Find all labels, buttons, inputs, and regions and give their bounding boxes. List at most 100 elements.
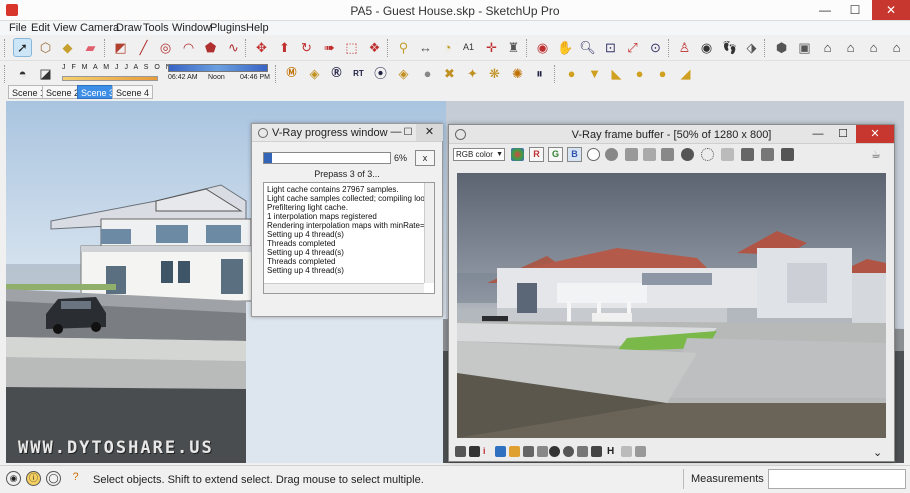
menu-draw[interactable]: Draw bbox=[116, 22, 142, 34]
spot-light-icon[interactable]: ◣ bbox=[607, 64, 626, 83]
menu-plugins[interactable]: Plugins bbox=[210, 22, 246, 34]
pan-icon[interactable]: ✋ bbox=[556, 38, 575, 57]
protractor-icon[interactable]: ◔ bbox=[438, 38, 457, 57]
compare-horizontal-icon[interactable]: H bbox=[607, 446, 618, 457]
clear-image-icon[interactable] bbox=[661, 148, 674, 161]
freehand-icon[interactable]: ∿ bbox=[224, 38, 243, 57]
mono-channel-icon[interactable] bbox=[605, 148, 618, 161]
vray-progress-close-button[interactable]: ✕ bbox=[416, 124, 443, 141]
expand-chevron-icon[interactable]: ⌄ bbox=[873, 446, 884, 459]
text-tool-icon[interactable]: A1 bbox=[459, 38, 478, 57]
toolbar-grip[interactable] bbox=[4, 39, 7, 57]
select-tool-icon[interactable]: ➚ bbox=[13, 38, 32, 57]
frame-buffer-close-button[interactable]: ✕ bbox=[856, 125, 894, 143]
close-button[interactable]: ✕ bbox=[872, 0, 910, 20]
ies-light-icon[interactable]: ● bbox=[630, 64, 649, 83]
alpha-channel-icon[interactable] bbox=[587, 148, 600, 161]
curves-icon[interactable] bbox=[509, 446, 520, 457]
levels-icon[interactable] bbox=[495, 446, 506, 457]
menu-edit[interactable]: Edit bbox=[31, 22, 50, 34]
channel-select[interactable]: RGB color ▼ bbox=[453, 148, 505, 161]
vray-pause-icon[interactable]: ⏸ bbox=[530, 64, 549, 83]
vray-rt-render-icon[interactable]: RT bbox=[349, 64, 368, 83]
measurements-input[interactable] bbox=[768, 469, 906, 489]
user-icon[interactable]: ◯ bbox=[46, 471, 61, 486]
color-correction-icon[interactable] bbox=[761, 148, 774, 161]
lens-effects-icon[interactable] bbox=[469, 446, 480, 457]
look-around-icon[interactable]: ◉ bbox=[697, 38, 716, 57]
save-image-icon[interactable] bbox=[625, 148, 638, 161]
link-vfb-icon[interactable] bbox=[721, 148, 734, 161]
tape-measure-icon[interactable]: ⚲ bbox=[394, 38, 413, 57]
rotate-icon[interactable]: ↻ bbox=[297, 38, 316, 57]
back-view-icon[interactable]: ⌂ bbox=[864, 38, 883, 57]
dimension-icon[interactable]: ↔ bbox=[416, 38, 435, 57]
teapot-icon[interactable]: ☕︎ bbox=[871, 148, 884, 161]
rendered-image[interactable] bbox=[457, 173, 886, 438]
paint-bucket-icon[interactable]: ◆ bbox=[58, 38, 77, 57]
iso-view-icon[interactable]: ⬢ bbox=[772, 38, 791, 57]
toolbar-grip[interactable] bbox=[554, 65, 557, 83]
previous-view-icon[interactable]: ⊙ bbox=[646, 38, 665, 57]
follow-me-icon[interactable]: ➠ bbox=[320, 38, 339, 57]
scale-icon[interactable]: ⬚ bbox=[342, 38, 361, 57]
toolbar-grip[interactable] bbox=[668, 39, 671, 57]
menu-view[interactable]: View bbox=[53, 22, 77, 34]
vray-fur-icon[interactable]: ❋ bbox=[485, 64, 504, 83]
right-view-icon[interactable]: ⌂ bbox=[841, 38, 860, 57]
toolbar-grip[interactable] bbox=[764, 39, 767, 57]
region-render-icon[interactable] bbox=[701, 148, 714, 161]
maximize-button[interactable]: ☐ bbox=[841, 0, 869, 20]
section-plane-icon[interactable]: ⬗ bbox=[742, 38, 761, 57]
toolbar-grip[interactable] bbox=[387, 39, 390, 57]
toolbar-grip[interactable] bbox=[104, 39, 107, 57]
vray-progress-maximize-button[interactable]: ☐ bbox=[398, 124, 418, 141]
help-icon[interactable]: ? bbox=[68, 471, 83, 486]
exposure-icon[interactable] bbox=[523, 446, 534, 457]
vray-sphere-icon[interactable]: ● bbox=[418, 64, 437, 83]
line-icon[interactable]: ╱ bbox=[134, 38, 153, 57]
red-channel-button[interactable]: R bbox=[529, 147, 544, 162]
zoom-icon[interactable]: 🔍︎ bbox=[578, 38, 597, 57]
render-last-icon[interactable] bbox=[741, 148, 754, 161]
info-icon[interactable]: i bbox=[483, 446, 494, 457]
orbit-icon[interactable]: ◉ bbox=[533, 38, 552, 57]
menu-window[interactable]: Window bbox=[172, 22, 211, 34]
move-icon[interactable]: ✥ bbox=[252, 38, 271, 57]
vray-material-editor-icon[interactable]: Ⓜ bbox=[282, 64, 301, 83]
frame-buffer-minimize-button[interactable]: — bbox=[806, 125, 830, 143]
show-info-icon[interactable] bbox=[781, 148, 794, 161]
vray-proxy-icon[interactable]: ✦ bbox=[463, 64, 482, 83]
zoom-window-icon[interactable]: ⊡ bbox=[601, 38, 620, 57]
cancel-render-button[interactable]: x bbox=[415, 150, 435, 166]
axes-icon[interactable]: ✛ bbox=[482, 38, 501, 57]
offset-icon[interactable]: ❖ bbox=[365, 38, 384, 57]
vray-infinite-plane-icon[interactable]: ✖ bbox=[440, 64, 459, 83]
3d-text-icon[interactable]: ♜ bbox=[504, 38, 523, 57]
log-horizontal-scrollbar[interactable] bbox=[264, 283, 424, 293]
hsl-icon[interactable] bbox=[549, 446, 560, 457]
sphere-light-icon[interactable]: ◢ bbox=[676, 64, 695, 83]
top-view-icon[interactable]: ▣ bbox=[795, 38, 814, 57]
menu-camera[interactable]: Camera bbox=[80, 22, 119, 34]
geo-location-icon[interactable]: ◉ bbox=[6, 471, 21, 486]
vray-frame-buffer-icon[interactable]: ◈ bbox=[394, 64, 413, 83]
month-slider[interactable]: J F M A M J J A S O N D bbox=[62, 64, 182, 84]
toolbar-grip[interactable] bbox=[275, 65, 278, 83]
make-component-icon[interactable]: ⬡ bbox=[36, 38, 55, 57]
color-channels-icon[interactable] bbox=[511, 148, 524, 161]
menu-help[interactable]: Help bbox=[246, 22, 269, 34]
dome-light-icon[interactable]: ● bbox=[653, 64, 672, 83]
zoom-extents-icon[interactable]: ⤢ bbox=[623, 38, 642, 57]
push-pull-icon[interactable]: ⬆ bbox=[275, 38, 294, 57]
background-icon[interactable] bbox=[577, 446, 588, 457]
time-slider-track[interactable] bbox=[168, 64, 268, 72]
white-balance-icon[interactable] bbox=[537, 446, 548, 457]
circle-icon[interactable]: ◎ bbox=[156, 38, 175, 57]
load-image-icon[interactable] bbox=[643, 148, 656, 161]
vray-batch-render-icon[interactable]: ⦿ bbox=[371, 64, 390, 83]
vray-render-icon[interactable]: Ⓡ bbox=[327, 64, 346, 83]
time-slider[interactable]: 06:42 AM Noon 04:46 PM bbox=[168, 64, 270, 84]
polygon-icon[interactable]: ⬟ bbox=[201, 38, 220, 57]
position-camera-icon[interactable]: ♙ bbox=[675, 38, 694, 57]
